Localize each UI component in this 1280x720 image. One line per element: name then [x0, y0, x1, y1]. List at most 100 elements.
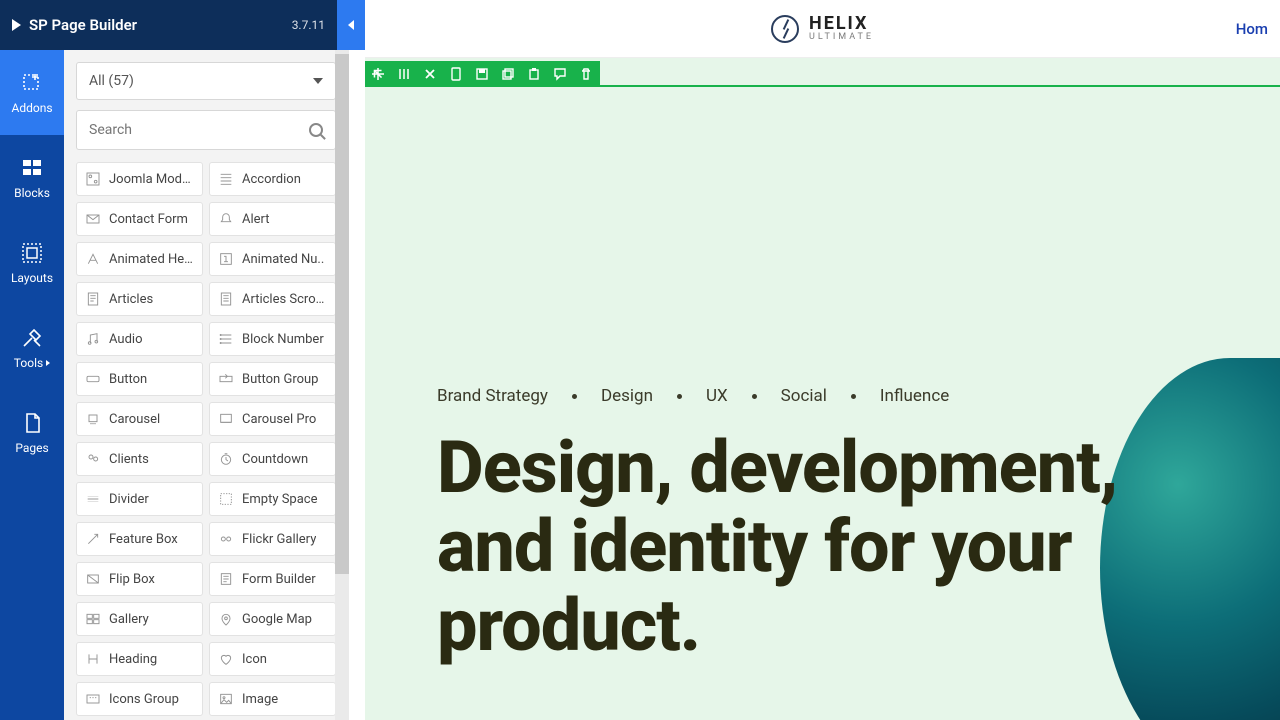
addon-label: Icons Group [109, 692, 179, 707]
addon-label: Articles Scroller [242, 292, 327, 307]
app-logo-icon [12, 19, 21, 31]
addon-item[interactable]: Articles Scroller [209, 282, 336, 316]
addon-label: Google Map [242, 612, 312, 627]
addon-label: Icon [242, 652, 267, 667]
addon-item[interactable]: Carousel Pro [209, 402, 336, 436]
addon-item[interactable]: Clients [76, 442, 203, 476]
addon-item[interactable]: Image [209, 682, 336, 716]
icons-group-icon [85, 691, 101, 707]
tools-icon [20, 326, 44, 350]
hero-tag: Influence [880, 386, 949, 406]
tag-separator [572, 394, 577, 399]
tag-separator [851, 394, 856, 399]
brand-name: HELIX [809, 13, 868, 34]
countdown-icon [218, 451, 234, 467]
bell-icon [218, 211, 234, 227]
nav-tools[interactable]: Tools [0, 305, 64, 390]
addon-label: Feature Box [109, 532, 178, 547]
nav-pages-label: Pages [15, 441, 48, 455]
addon-item[interactable]: Gallery [76, 602, 203, 636]
comment-button[interactable] [547, 61, 573, 87]
move-button[interactable] [365, 61, 391, 87]
addon-item[interactable]: Contact Form [76, 202, 203, 236]
addons-icon [20, 71, 44, 95]
clients-icon [85, 451, 101, 467]
tag-separator [677, 394, 682, 399]
site-logo[interactable]: HELIX ULTIMATE [771, 15, 874, 43]
addon-item[interactable]: Joomla Module [76, 162, 203, 196]
comment-icon [553, 67, 567, 81]
sidebar-nav: Addons Blocks Layouts Tools Pages [0, 50, 64, 720]
addon-item[interactable]: Accordion [209, 162, 336, 196]
addon-item[interactable]: Animated Hea.. [76, 242, 203, 276]
addon-item[interactable]: Flickr Gallery [209, 522, 336, 556]
flipbox-icon [85, 571, 101, 587]
preview-canvas[interactable]: Brand StrategyDesignUXSocialInfluence De… [365, 58, 1280, 720]
addon-item[interactable]: Countdown [209, 442, 336, 476]
addon-label: Flip Box [109, 572, 155, 587]
addon-item[interactable]: Feature Box [76, 522, 203, 556]
trash-button[interactable] [573, 61, 599, 87]
nav-tools-label: Tools [14, 356, 50, 370]
copy-button[interactable] [495, 61, 521, 87]
close-button[interactable] [417, 61, 443, 87]
addon-label: Audio [109, 332, 142, 347]
hero-tag: UX [706, 386, 728, 406]
addon-item[interactable]: Button Group [209, 362, 336, 396]
gallery-icon [85, 611, 101, 627]
addon-label: Gallery [109, 612, 149, 627]
addon-item[interactable]: Animated Nu.. [209, 242, 336, 276]
search-icon [309, 123, 323, 137]
nav-addons[interactable]: Addons [0, 50, 64, 135]
addon-item[interactable]: Button [76, 362, 203, 396]
addon-item[interactable]: Google Map [209, 602, 336, 636]
addon-label: Button [109, 372, 147, 387]
paste-button[interactable] [521, 61, 547, 87]
move-icon [371, 67, 385, 81]
button-icon [85, 371, 101, 387]
accordion-icon [218, 171, 234, 187]
addon-item[interactable]: Flip Box [76, 562, 203, 596]
columns-button[interactable] [391, 61, 417, 87]
carousel-icon [85, 411, 101, 427]
addon-label: Articles [109, 292, 153, 307]
columns-icon [397, 67, 411, 81]
addon-item[interactable]: Articles [76, 282, 203, 316]
nav-pages[interactable]: Pages [0, 390, 64, 475]
save-button[interactable] [469, 61, 495, 87]
chevron-down-icon [313, 78, 323, 84]
menu-home[interactable]: Hom [1236, 20, 1268, 38]
addon-item[interactable]: Alert [209, 202, 336, 236]
addon-item[interactable]: Carousel [76, 402, 203, 436]
app-title: SP Page Builder [29, 16, 292, 34]
map-pin-icon [218, 611, 234, 627]
addon-label: Divider [109, 492, 149, 507]
addon-item[interactable]: Form Builder [209, 562, 336, 596]
nav-blocks[interactable]: Blocks [0, 135, 64, 220]
addon-item[interactable]: Block Number [209, 322, 336, 356]
close-icon [423, 67, 437, 81]
divider-icon [85, 491, 101, 507]
addon-item[interactable]: Icons Group [76, 682, 203, 716]
nav-layouts[interactable]: Layouts [0, 220, 64, 305]
addons-search[interactable] [76, 110, 336, 150]
addon-label: Block Number [242, 332, 324, 347]
number-icon [218, 251, 234, 267]
panel-collapse-button[interactable] [337, 0, 365, 50]
addon-item[interactable]: Empty Space [209, 482, 336, 516]
addon-item[interactable]: Icon [209, 642, 336, 676]
addon-item[interactable]: Heading [76, 642, 203, 676]
hero-tag: Design [601, 386, 653, 406]
search-input[interactable] [89, 122, 309, 138]
tablet-button[interactable] [443, 61, 469, 87]
app-version: 3.7.11 [292, 18, 325, 32]
paste-icon [527, 67, 541, 81]
hero-tags: Brand StrategyDesignUXSocialInfluence [437, 386, 949, 406]
articles-icon [85, 291, 101, 307]
addon-item[interactable]: Divider [76, 482, 203, 516]
addon-item[interactable]: Audio [76, 322, 203, 356]
image-icon [218, 691, 234, 707]
addons-filter-dropdown[interactable]: All (57) [76, 62, 336, 100]
addon-label: Flickr Gallery [242, 532, 316, 547]
panel-scroll-thumb[interactable] [335, 54, 349, 574]
